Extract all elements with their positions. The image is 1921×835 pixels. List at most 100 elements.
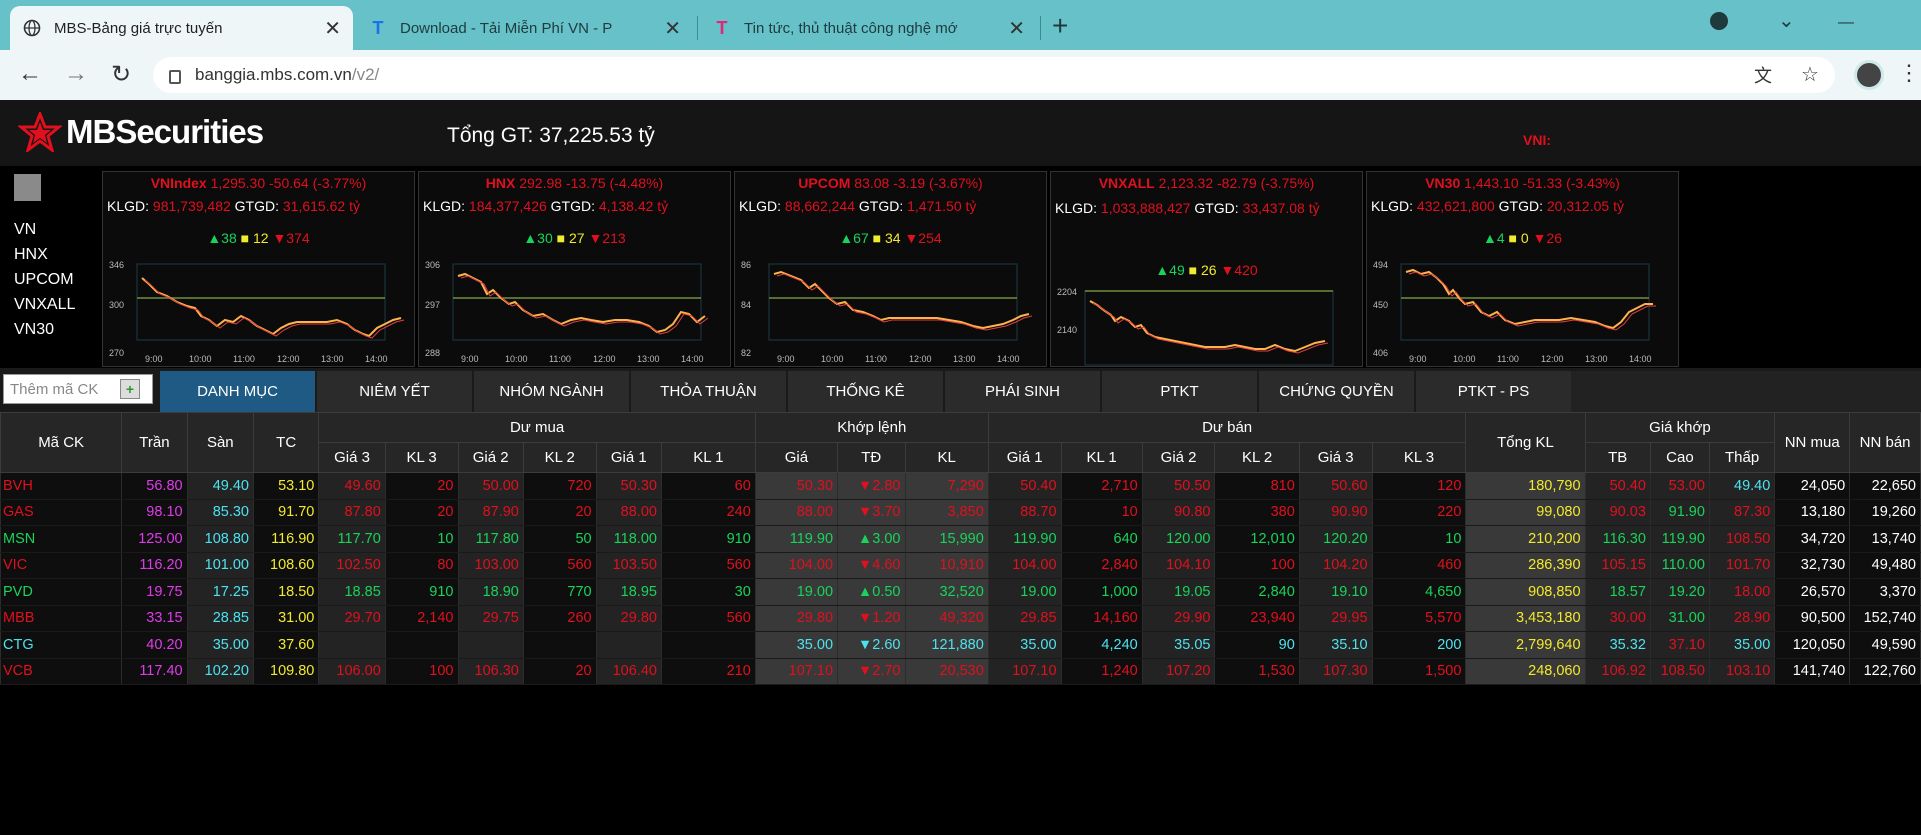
col-header-khop_lenh-1: TĐ [837,442,906,473]
cell-match-vol: 15,990 [904,525,989,553]
close-icon[interactable]: ✕ [324,16,341,41]
index-card-vnindex[interactable]: VNIndex 1,295.30 -50.64 (-3.77%) KLGD: 98… [102,171,415,367]
index-toggle-square[interactable] [14,174,41,201]
cell-stock-code[interactable]: VCB [0,658,123,685]
table-row[interactable]: CTG 40.20 35.00 37.60 35.00 ▼2.60 121,880 35.00… [0,631,1921,659]
index-change: -3.19 (-3.67%) [893,175,983,191]
star-icon[interactable]: ☆ [1801,62,1819,87]
cell-stock-code[interactable]: VIC [0,552,123,579]
cell-stock-code[interactable]: MSN [0,525,123,553]
cell-stock-code[interactable]: MBB [0,605,123,632]
index-card-vn30[interactable]: VN30 1,443.10 -51.33 (-3.43%) KLGD: 432,6… [1366,171,1679,367]
table-row[interactable]: MSN 125.00 108.80 116.90 117.70 10 117.80 50 118… [0,525,1921,553]
cell-stock-code[interactable]: CTG [0,631,123,659]
back-arrow-icon[interactable]: ← [18,60,42,88]
cell-bid-vol: 240 [660,499,756,526]
new-tab-plus-icon[interactable]: + [1052,10,1068,42]
index-option-vnxall[interactable]: VNXALL [14,292,75,317]
table-row[interactable]: PVD 19.75 17.25 18.50 18.85 910 18.90 770 18.95 3… [0,578,1921,606]
tab-ph-i-sinh[interactable]: PHÁI SINH [945,371,1100,412]
close-icon[interactable]: ✕ [664,16,681,41]
cell-bid-price: 117.70 [318,525,386,553]
table-row[interactable]: VIC 116.20 101.00 108.60 102.50 80 103.00 560 10… [0,552,1921,579]
index-option-vn[interactable]: VN [14,217,75,242]
tab-ptkt[interactable]: PTKT [1102,371,1257,412]
minimize-icon[interactable]: — [1838,14,1854,32]
index-option-hnx[interactable]: HNX [14,242,75,267]
close-icon[interactable]: ✕ [1008,16,1025,41]
menu-kebab-icon[interactable]: ⋮ [1898,60,1920,86]
cell-ceiling: 98.10 [121,499,188,526]
cell-bid-price: 87.90 [457,499,524,526]
cell-ask-vol: 10 [1371,525,1467,553]
add-stock-plus-icon[interactable]: + [120,379,140,399]
cell-match-price: 50.30 [754,472,839,500]
chart-y-tick: 346 [109,260,124,270]
tab-danh-m-c[interactable]: DANH MỤC [160,371,315,412]
klgd-value: 88,662,244 [784,198,855,214]
cell-bid-vol: 20 [384,472,459,500]
cell-ceiling: 125.00 [121,525,188,553]
cell-total-vol: 180,790 [1465,472,1586,500]
cell-ceiling: 40.20 [121,631,188,659]
cell-bid-price: 118.00 [595,525,662,553]
cell-foreign-buy: 34,720 [1774,525,1851,553]
cell-ask-price: 35.10 [1298,631,1373,659]
mbs-logo[interactable]: MBSecurities [16,109,264,154]
reload-icon[interactable]: ↻ [111,60,131,89]
cell-avg-price: 35.32 [1584,631,1651,659]
chart-y-tick: 297 [425,300,440,310]
index-card-hnx[interactable]: HNX 292.98 -13.75 (-4.48%) KLGD: 184,377,… [418,171,731,367]
tab-divider [697,16,698,40]
cell-bid-vol: 80 [384,552,459,579]
index-card-vnxall[interactable]: VNXALL 2,123.32 -82.79 (-3.75%) KLGD: 1,0… [1050,171,1363,367]
cell-bid-vol: 770 [522,578,597,606]
browser-tab-mbs[interactable]: MBS-Bảng giá trực tuyến ✕ [10,6,353,50]
tab-nh-m-ng-nh[interactable]: NHÓM NGÀNH [474,371,629,412]
table-row[interactable]: VCB 117.40 102.20 109.80 106.00 100 106.30 20 10… [0,658,1921,685]
chart-x-tick: 12:00 [593,354,616,364]
price-table-wrap: Mã CK Trần Sàn TC Dư mua Khớp lệnh Dư bá… [0,412,1921,685]
cell-floor: 85.30 [186,499,255,526]
vni-label: VNI: [1523,132,1551,148]
cell-bid-price: 18.95 [595,578,662,606]
tab-th-a-thu-n[interactable]: THỎA THUẬN [631,371,786,412]
index-avg-line [144,279,405,339]
index-card-upcom[interactable]: UPCOM 83.08 -3.19 (-3.67%) KLGD: 88,662,2… [734,171,1047,367]
klgd-value: 432,621,800 [1416,198,1495,214]
index-value: 1,443.10 [1464,175,1519,191]
table-row[interactable]: BVH 56.80 49.40 53.10 49.60 20 50.00 720 50.30 60… [0,472,1921,500]
index-option-upcom[interactable]: UPCOM [14,267,75,292]
gtgd-value: 4,138.42 tỷ [598,198,669,214]
record-icon[interactable] [1710,12,1728,30]
table-row[interactable]: MBB 33.15 28.85 31.00 29.70 2,140 29.75 260 29.8… [0,605,1921,632]
tab-th-ng-k-[interactable]: THỐNG KÊ [788,371,943,412]
tab-ch-ng-quy-n[interactable]: CHỨNG QUYỀN [1259,371,1414,412]
browser-tab-download[interactable]: T Download - Tải Miễn Phí VN - P ✕ [356,6,693,50]
translate-icon[interactable]: 文 [1754,62,1772,88]
logo-text: MBSecurities [66,113,264,150]
index-title: VN30 1,443.10 -51.33 (-3.43%) [1367,175,1678,191]
index-option-vn30[interactable]: VN30 [14,317,75,342]
cell-foreign-buy: 24,050 [1774,472,1851,500]
col-header-nn-ban: NN bán [1849,412,1921,473]
klgd-value: 1,033,888,427 [1100,200,1191,216]
cell-avg-price: 90.03 [1584,499,1651,526]
cell-match-price: 119.90 [754,525,839,553]
forward-arrow-icon[interactable]: → [64,60,88,88]
chart-x-tick: 10:00 [821,354,844,364]
col-header-du_mua-4: Giá 1 [595,442,662,473]
browser-tab-tintuc[interactable]: T Tin tức, thủ thuật công nghệ mớ ✕ [700,6,1037,50]
cell-stock-code[interactable]: GAS [0,499,123,526]
cell-stock-code[interactable]: PVD [0,578,123,606]
tab-ni-m-y-t[interactable]: NIÊM YẾT [317,371,472,412]
unchanged: ■ 27 [556,230,585,246]
address-bar[interactable]: banggia.mbs.com.vn/v2/ [153,57,1835,93]
stock-search-input[interactable] [4,380,120,398]
cell-stock-code[interactable]: BVH [0,472,123,500]
tab-ptkt-ps[interactable]: PTKT - PS [1416,371,1571,412]
profile-avatar-icon[interactable] [1854,60,1884,90]
chevron-down-icon[interactable]: ⌄ [1778,8,1795,33]
chart-x-tick: 9:00 [145,354,163,364]
table-row[interactable]: GAS 98.10 85.30 91.70 87.80 20 87.90 20 88.00 240… [0,499,1921,526]
